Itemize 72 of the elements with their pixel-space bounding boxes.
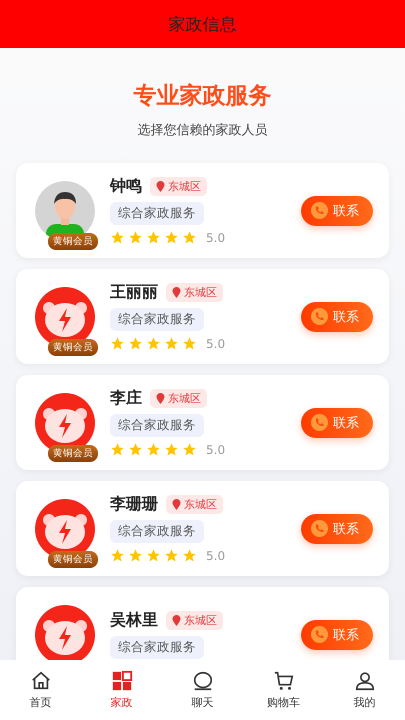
- worker-name: 王丽丽: [110, 282, 158, 303]
- star-icon: [182, 230, 197, 245]
- star-icon: [164, 336, 179, 351]
- phone-icon: [311, 308, 328, 325]
- service-tag: 综合家政服务: [110, 308, 204, 331]
- worker-name: 钟鸣: [110, 176, 142, 197]
- service-tag: 综合家政服务: [110, 520, 204, 543]
- location-text: 东城区: [184, 285, 217, 300]
- star-icon: [110, 548, 125, 563]
- star-icon: [128, 548, 143, 563]
- contact-button[interactable]: 联系: [301, 620, 373, 650]
- grid-icon: [110, 670, 132, 692]
- rating-value: 5.0: [206, 442, 226, 456]
- service-tag: 综合家政服务: [110, 202, 204, 225]
- tab-item[interactable]: 我的: [324, 660, 405, 720]
- location-pin-icon: [156, 181, 165, 192]
- hero-title: 专业家政服务: [134, 82, 272, 111]
- home-icon: [30, 670, 52, 692]
- location-pin-icon: [172, 287, 181, 298]
- member-badge: 黄铜会员: [48, 444, 98, 462]
- tab-item[interactable]: 聊天: [162, 660, 243, 720]
- star-icon: [146, 442, 161, 457]
- contact-button[interactable]: 联系: [301, 408, 373, 438]
- rating-value: 5.0: [206, 230, 226, 244]
- phone-icon: [311, 520, 328, 537]
- location-text: 东城区: [184, 497, 217, 512]
- phone-icon: [311, 202, 328, 219]
- rating-value: 5.0: [206, 336, 226, 350]
- worker-name: 吴林里: [110, 610, 158, 631]
- star-icon: [164, 230, 179, 245]
- location-text: 东城区: [168, 391, 201, 406]
- user-icon: [354, 670, 376, 692]
- star-icon: [146, 336, 161, 351]
- contact-button[interactable]: 联系: [301, 302, 373, 332]
- star-icon: [146, 230, 161, 245]
- star-icon: [128, 336, 143, 351]
- star-icon: [182, 336, 197, 351]
- star-icon: [110, 442, 125, 457]
- star-icon: [182, 442, 197, 457]
- phone-icon: [311, 414, 328, 431]
- member-badge: 黄铜会员: [48, 338, 98, 356]
- contact-button[interactable]: 联系: [301, 514, 373, 544]
- location-pin-icon: [172, 615, 181, 626]
- star-icon: [110, 230, 125, 245]
- star-icon: [146, 548, 161, 563]
- star-icon: [182, 548, 197, 563]
- star-icon: [128, 230, 143, 245]
- star-icon: [110, 336, 125, 351]
- contact-button[interactable]: 联系: [301, 196, 373, 226]
- page-title: 家政信息: [168, 14, 236, 36]
- worker-name: 李庄: [110, 388, 142, 409]
- star-icon: [164, 442, 179, 457]
- member-badge: 黄铜会员: [48, 232, 98, 250]
- member-badge: 黄铜会员: [48, 550, 98, 568]
- worker-name: 李珊珊: [110, 494, 158, 515]
- hero-subtitle: 选择您信赖的家政人员: [138, 122, 268, 139]
- location-text: 东城区: [184, 613, 217, 628]
- service-tag: 综合家政服务: [110, 636, 204, 659]
- tab-item[interactable]: 首页: [0, 660, 81, 720]
- rating-value: 5.0: [206, 548, 226, 562]
- location-pin-icon: [172, 499, 181, 510]
- tab-item[interactable]: 购物车: [243, 660, 324, 720]
- mascot-avatar-icon: [34, 604, 96, 660]
- location-text: 东城区: [168, 179, 201, 194]
- cart-icon: [272, 670, 294, 692]
- star-icon: [128, 442, 143, 457]
- tab-item[interactable]: 家政: [81, 660, 162, 720]
- star-icon: [164, 548, 179, 563]
- service-tag: 综合家政服务: [110, 414, 204, 437]
- chat-icon: [192, 670, 214, 692]
- location-pin-icon: [156, 393, 165, 404]
- phone-icon: [311, 626, 328, 643]
